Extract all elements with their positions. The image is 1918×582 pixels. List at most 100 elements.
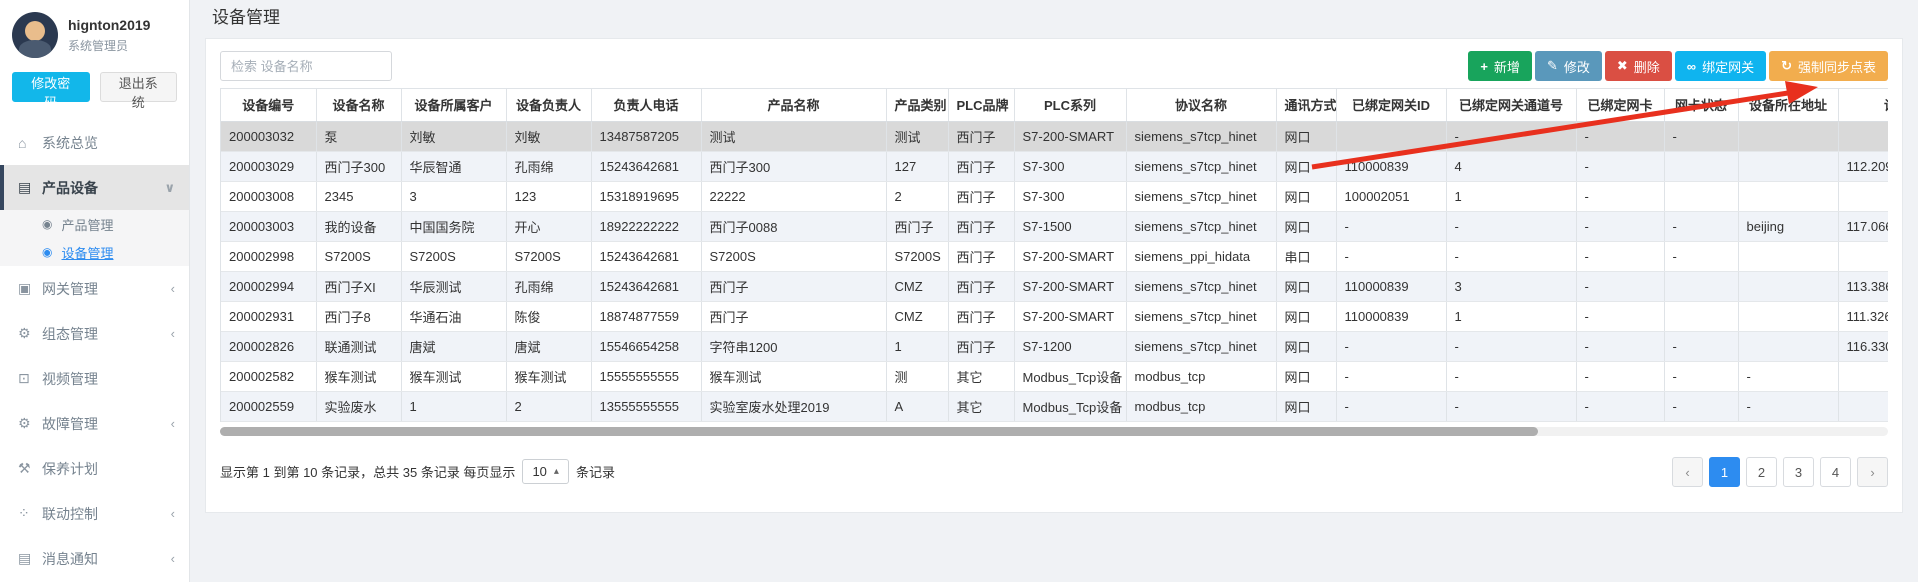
table-cell: - — [1446, 331, 1576, 361]
table-cell: 15243642681 — [591, 271, 701, 301]
table-cell: Modbus_Tcp设备 — [1014, 361, 1126, 391]
table-cell: - — [1446, 241, 1576, 271]
table-header-row: 设备编号设备名称设备所属客户设备负责人负责人电话产品名称产品类别PLC品牌PLC… — [221, 89, 1888, 121]
submenu-item-产品管理[interactable]: ◉产品管理 — [0, 210, 189, 238]
table-row[interactable]: 200002931西门子8华通石油陈俊18874877559西门子CMZ西门子S… — [221, 301, 1888, 331]
table-cell: 110000839 — [1336, 271, 1446, 301]
table-cell: 猴车测试 — [401, 361, 506, 391]
table-row[interactable]: 200003029西门子300华辰智通孔雨绵15243642681西门子3001… — [221, 151, 1888, 181]
table-cell — [1838, 391, 1888, 421]
sidebar-item-视频管理[interactable]: ⊡视频管理 — [0, 356, 189, 401]
table-row[interactable]: 2000030082345312315318919695222222西门子S7-… — [221, 181, 1888, 211]
table-cell: S7200S — [316, 241, 401, 271]
删除-button[interactable]: ✖ 删除 — [1605, 51, 1672, 81]
table-cell: S7-300 — [1014, 151, 1126, 181]
table-cell: 西门子 — [701, 301, 886, 331]
toolbar-buttons: +新增✎修改 ✖ 删除 ∞绑定网关↻强制同步点表 — [1468, 51, 1888, 81]
table-row[interactable]: 200002559实验废水1213555555555实验室废水处理2019A其它… — [221, 391, 1888, 421]
table-cell: 113.3868 — [1838, 271, 1888, 301]
table-cell: 华辰智通 — [401, 151, 506, 181]
新增-button[interactable]: +新增 — [1468, 51, 1532, 81]
sidebar-item-网关管理[interactable]: ▣网关管理‹ — [0, 266, 189, 311]
table-cell: 孔雨绵 — [506, 271, 591, 301]
table-cell — [1738, 241, 1838, 271]
sidebar-item-故障管理[interactable]: ⚙故障管理‹ — [0, 401, 189, 446]
prev-page-button[interactable]: ‹ — [1672, 457, 1703, 487]
绑定网关-button[interactable]: ∞绑定网关 — [1675, 51, 1766, 81]
sidebar-item-组态管理[interactable]: ⚙组态管理‹ — [0, 311, 189, 356]
chevron-left-icon: ‹ — [171, 326, 175, 341]
sidebar-item-消息通知[interactable]: ▤消息通知‹ — [0, 536, 189, 581]
table-cell: 网口 — [1276, 331, 1336, 361]
wrench-icon: ⚒ — [18, 460, 42, 477]
search-input[interactable] — [220, 51, 392, 81]
page-button-4[interactable]: 4 — [1820, 457, 1851, 487]
sidebar-item-系统总览[interactable]: ⌂系统总览 — [0, 120, 189, 165]
table-cell: siemens_s7tcp_hinet — [1126, 181, 1276, 211]
submenu-item-设备管理[interactable]: ◉设备管理 — [0, 238, 189, 266]
sidebar-item-label: 系统总览 — [42, 133, 175, 153]
page-button-2[interactable]: 2 — [1746, 457, 1777, 487]
table-cell: - — [1576, 361, 1664, 391]
page-size-value: 10 — [532, 464, 546, 479]
table-cell: S7200S — [401, 241, 506, 271]
table-cell: 西门子8 — [316, 301, 401, 331]
table-cell: 15243642681 — [591, 151, 701, 181]
table-cell: 200002994 — [221, 271, 316, 301]
table-cell: siemens_s7tcp_hinet — [1126, 211, 1276, 241]
summary-prefix: 显示第 1 到第 10 条记录，总共 35 条记录 每页显示 — [220, 462, 515, 481]
table-row[interactable]: 200002994西门子XI华辰测试孔雨绵15243642681西门子CMZ西门… — [221, 271, 1888, 301]
table-cell: modbus_tcp — [1126, 391, 1276, 421]
sidebar-item-产品设备[interactable]: ▤产品设备∨ — [0, 165, 189, 210]
change-password-button[interactable]: 修改密码 — [12, 72, 90, 102]
table-cell: 中国国务院 — [401, 211, 506, 241]
sidebar-item-label: 联动控制 — [42, 504, 171, 524]
table-cell: 3 — [1446, 271, 1576, 301]
page-button-3[interactable]: 3 — [1783, 457, 1814, 487]
table-row[interactable]: 200002582猴车测试猴车测试猴车测试15555555555猴车测试测其它M… — [221, 361, 1888, 391]
table-row[interactable]: 200003003我的设备中国国务院开心18922222222西门子0088西门… — [221, 211, 1888, 241]
sidebar-item-保养计划[interactable]: ⚒保养计划 — [0, 446, 189, 491]
column-header: 通讯方式 — [1276, 89, 1336, 121]
修改-button[interactable]: ✎修改 — [1535, 51, 1602, 81]
x-icon: ✖ — [1617, 58, 1628, 74]
logout-button[interactable]: 退出系统 — [100, 72, 178, 102]
button-label: 删除 — [1634, 57, 1660, 76]
table-row[interactable]: 200003032泵刘敏刘敏13487587205测试测试西门子S7-200-S… — [221, 121, 1888, 151]
device-table: 设备编号设备名称设备所属客户设备负责人负责人电话产品名称产品类别PLC品牌PLC… — [221, 89, 1888, 422]
table-cell: - — [1576, 271, 1664, 301]
table-cell: 123 — [506, 181, 591, 211]
table-cell: - — [1664, 331, 1738, 361]
table-cell: 西门子0088 — [701, 211, 886, 241]
强制同步点表-button[interactable]: ↻强制同步点表 — [1769, 51, 1888, 81]
table-cell: - — [1576, 391, 1664, 421]
horizontal-scrollbar-thumb[interactable] — [220, 427, 1538, 436]
table-cell: CMZ — [886, 301, 948, 331]
table-cell: 2 — [506, 391, 591, 421]
table-cell: 西门子 — [701, 271, 886, 301]
table-row[interactable]: 200002826联通测试唐斌唐斌15546654258字符串12001西门子S… — [221, 331, 1888, 361]
refresh-icon: ↻ — [1781, 58, 1792, 74]
table-cell: 1 — [886, 331, 948, 361]
table-cell: - — [1336, 211, 1446, 241]
table-cell: 西门子 — [886, 211, 948, 241]
app-window: hignton2019 系统管理员 修改密码 退出系统 ⌂系统总览▤产品设备∨◉… — [0, 0, 1918, 582]
table-cell: - — [1738, 361, 1838, 391]
table-row[interactable]: 200002998S7200SS7200SS7200S15243642681S7… — [221, 241, 1888, 271]
table-cell: - — [1576, 301, 1664, 331]
table-cell: siemens_s7tcp_hinet — [1126, 301, 1276, 331]
table-cell: 112.2093 — [1838, 151, 1888, 181]
column-header: 设备所在地址 — [1738, 89, 1838, 121]
table-cell: 2 — [886, 181, 948, 211]
dot-circle-icon: ◉ — [42, 245, 52, 259]
next-page-button[interactable]: › — [1857, 457, 1888, 487]
table-cell — [1738, 151, 1838, 181]
page-button-1[interactable]: 1 — [1709, 457, 1740, 487]
chevron-left-icon: ‹ — [171, 506, 175, 521]
page-size-dropdown[interactable]: 10 ▴ — [522, 459, 569, 484]
sidebar-item-联动控制[interactable]: ⁘联动控制‹ — [0, 491, 189, 536]
table-cell — [1664, 181, 1738, 211]
submenu-item-label: 产品管理 — [61, 215, 113, 234]
button-label: 绑定网关 — [1702, 57, 1754, 76]
column-header: 已绑定网卡 — [1576, 89, 1664, 121]
